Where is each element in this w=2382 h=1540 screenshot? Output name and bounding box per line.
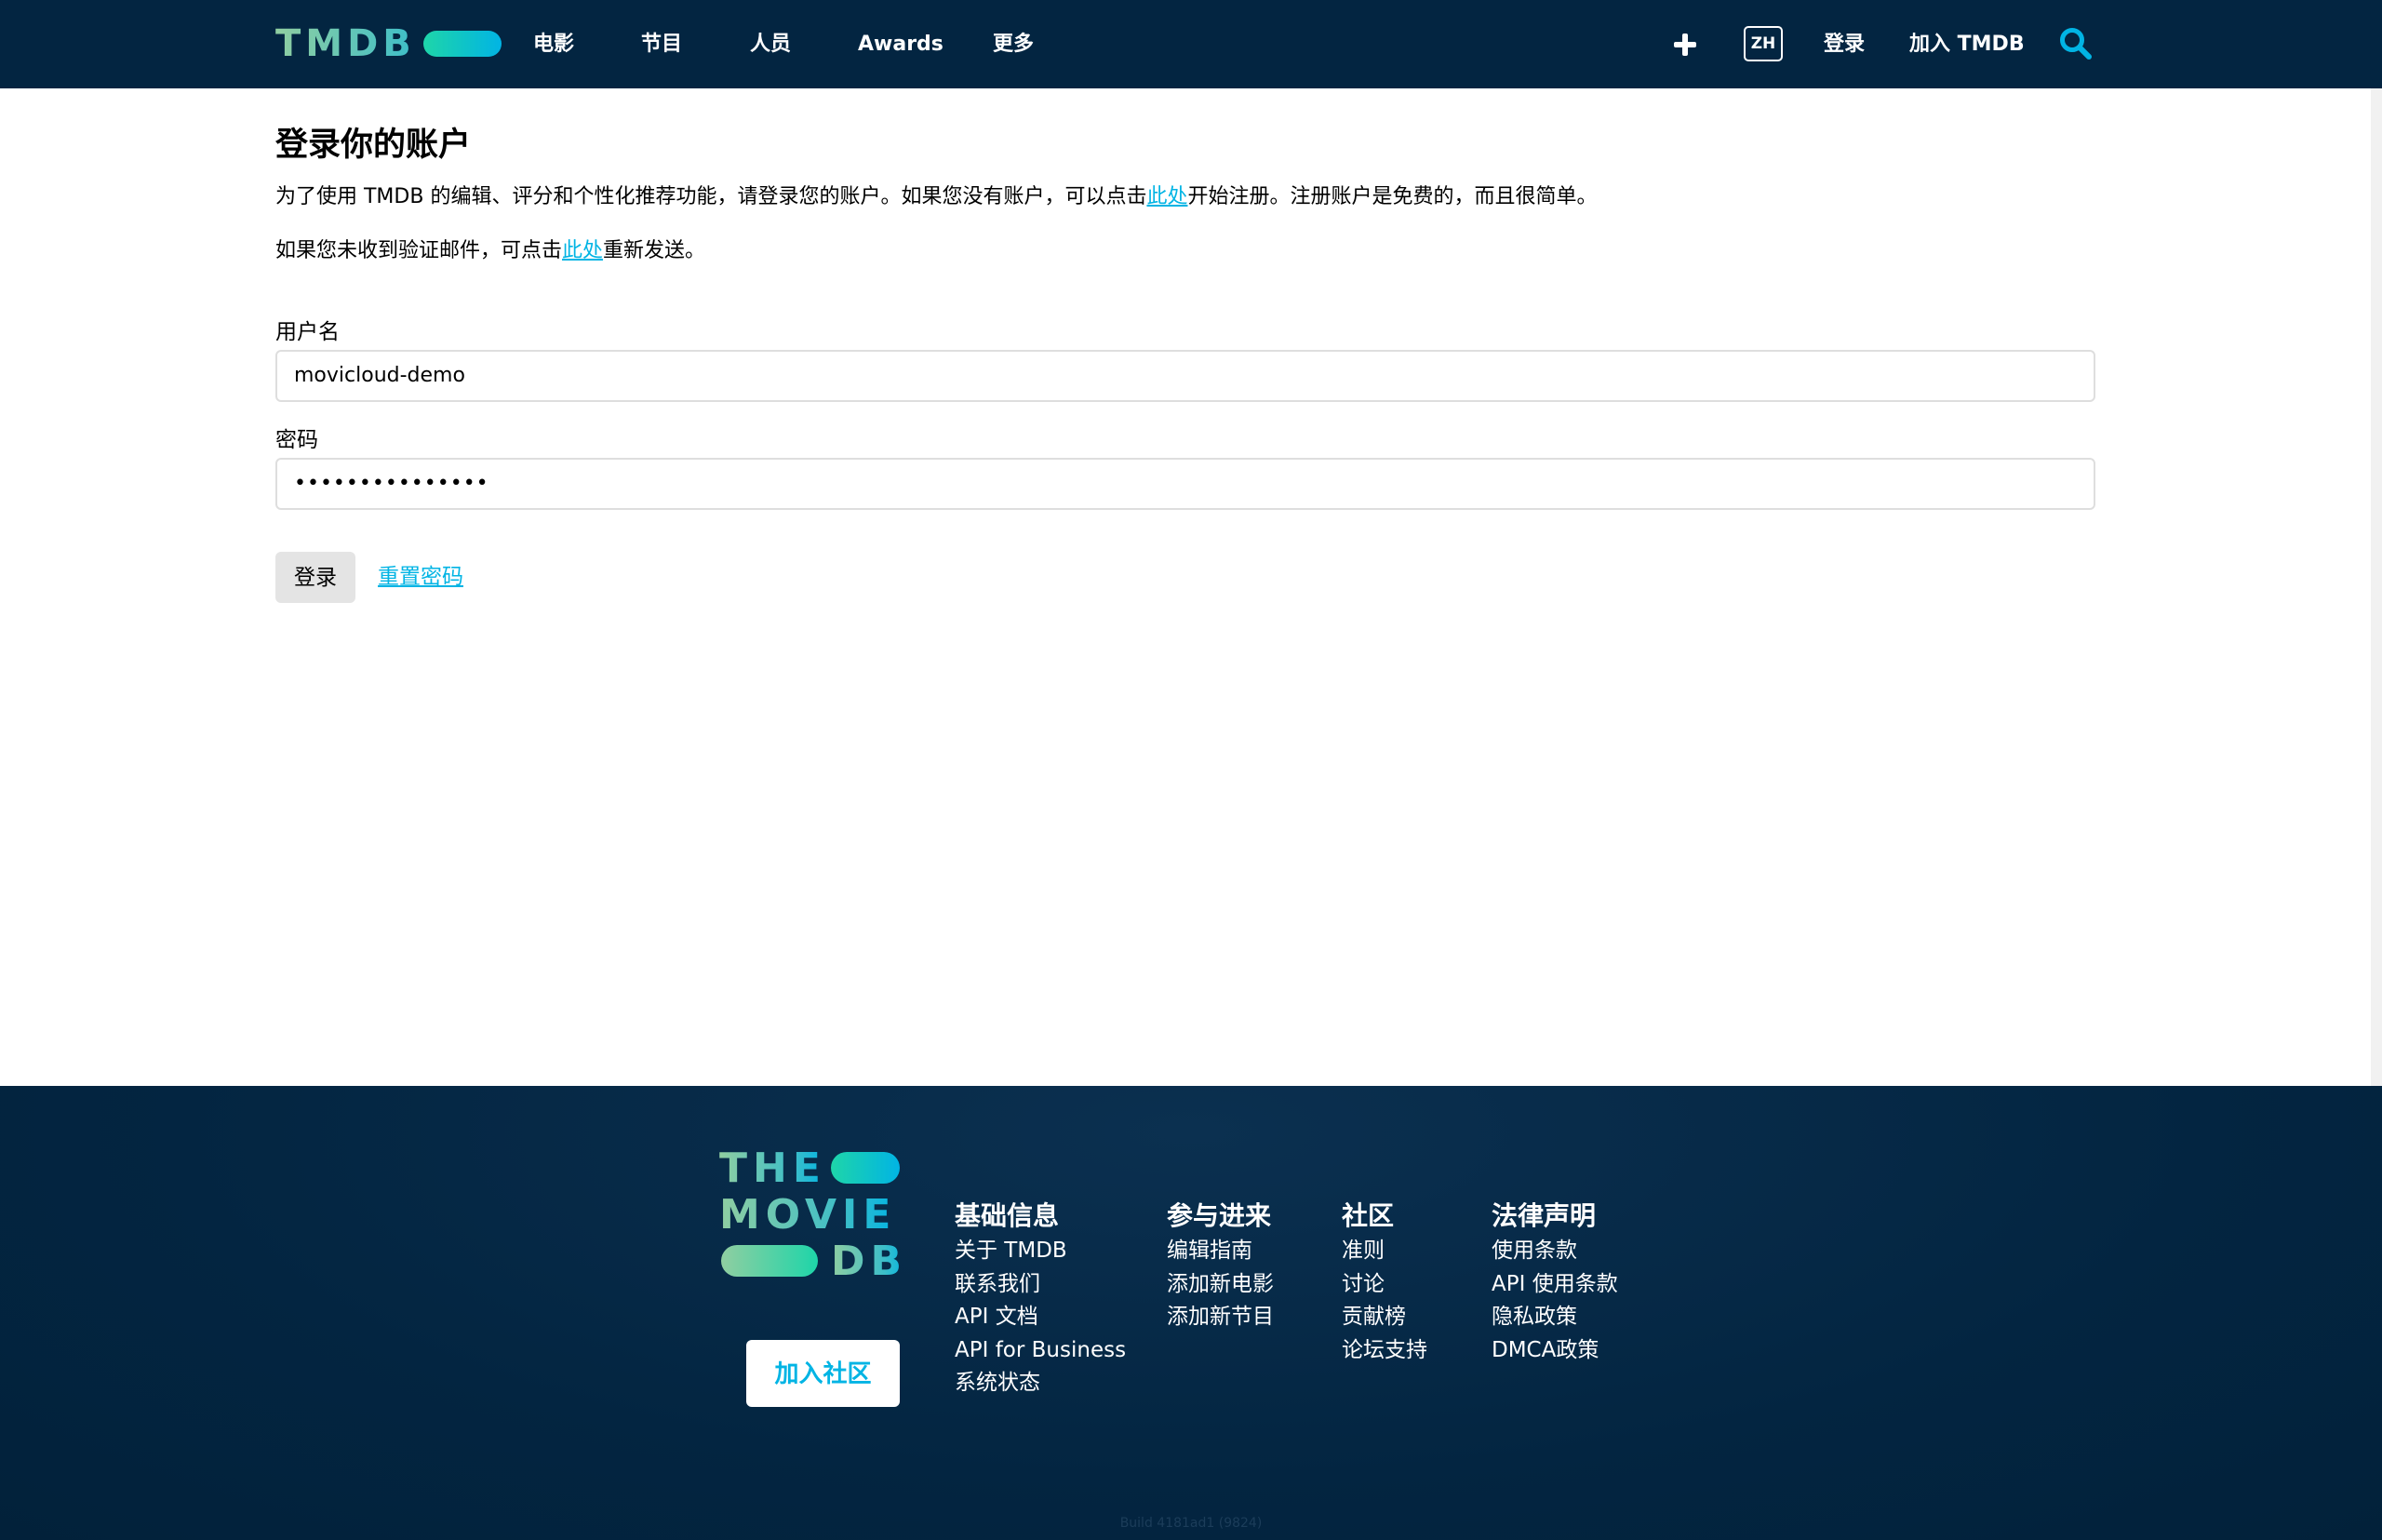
page-title: 登录你的账户 — [275, 127, 472, 164]
language-button[interactable]: ZH — [1744, 26, 1783, 61]
footer-link-api-terms[interactable]: API 使用条款 — [1492, 1268, 1618, 1302]
nav-people[interactable]: 人员 — [750, 0, 791, 88]
join-community-button[interactable]: 加入社区 — [746, 1340, 900, 1407]
footer-link-discussions[interactable]: 讨论 — [1342, 1268, 1427, 1302]
footer-link-terms[interactable]: 使用条款 — [1492, 1235, 1618, 1268]
signup-link[interactable]: 此处 — [1146, 185, 1187, 208]
logo-row-movie: MOVIE — [719, 1190, 897, 1239]
intro-text: 为了使用 TMDB 的编辑、评分和个性化推荐功能，请登录您的账户。如果您没有账户… — [275, 185, 1147, 208]
footer-link-api-docs[interactable]: API 文档 — [955, 1301, 1126, 1334]
footer-link-status[interactable]: 系统状态 — [955, 1367, 1126, 1400]
username-input[interactable]: movicloud-demo — [275, 350, 2095, 402]
search-icon[interactable] — [2058, 26, 2094, 61]
footer-logo[interactable]: THE MOVIE DB — [719, 1144, 902, 1285]
footer: THE MOVIE DB 加入社区 基础信息 关于 TMDB 联系我们 API … — [0, 1086, 2382, 1540]
footer-col-basics: 基础信息 关于 TMDB 联系我们 API 文档 API for Busines… — [955, 1198, 1126, 1400]
footer-link-dmca[interactable]: DMCA政策 — [1492, 1334, 1618, 1368]
footer-link-api-business[interactable]: API for Business — [955, 1334, 1126, 1368]
build-version: Build 4181ad1 (9824) — [1119, 1516, 1263, 1531]
nav-login[interactable]: 登录 — [1824, 0, 1865, 88]
verify-paragraph: 如果您未收到验证邮件，可点击此处重新发送。 — [275, 237, 705, 265]
logo-pill-top — [831, 1152, 900, 1184]
login-button[interactable]: 登录 — [275, 552, 355, 603]
intro-paragraph: 为了使用 TMDB 的编辑、评分和个性化推荐功能，请登录您的账户。如果您没有账户… — [275, 183, 1597, 211]
reset-password-link[interactable]: 重置密码 — [378, 561, 463, 593]
username-label: 用户名 — [275, 320, 340, 344]
verify-text: 如果您未收到验证邮件，可点击 — [275, 239, 563, 262]
footer-link-contact[interactable]: 联系我们 — [955, 1268, 1126, 1302]
footer-link-add-show[interactable]: 添加新节目 — [1167, 1301, 1274, 1334]
logo-row-db: DB — [831, 1237, 908, 1285]
footer-col-title: 基础信息 — [955, 1200, 1060, 1231]
footer-link-guidelines[interactable]: 准则 — [1342, 1235, 1427, 1268]
footer-link-support-forums[interactable]: 论坛支持 — [1342, 1334, 1427, 1368]
footer-col-title: 社区 — [1342, 1200, 1395, 1231]
footer-link-bible[interactable]: 编辑指南 — [1167, 1235, 1274, 1268]
verify-text-end: 重新发送。 — [603, 239, 706, 262]
password-input[interactable]: ••••••••••••••• — [275, 458, 2095, 510]
password-label: 密码 — [275, 428, 318, 452]
plus-icon[interactable] — [1673, 28, 1697, 61]
footer-col-get-involved: 参与进来 编辑指南 添加新电影 添加新节目 — [1167, 1198, 1274, 1334]
footer-col-title: 法律声明 — [1492, 1200, 1597, 1231]
nav-join-tmdb[interactable]: 加入 TMDB — [1909, 0, 2025, 88]
logo-text: TMDB — [275, 22, 416, 65]
footer-link-leaderboard[interactable]: 贡献榜 — [1342, 1301, 1427, 1334]
footer-link-add-movie[interactable]: 添加新电影 — [1167, 1268, 1274, 1302]
footer-col-community: 社区 准则 讨论 贡献榜 论坛支持 — [1342, 1198, 1427, 1367]
logo-pill-bottom — [721, 1245, 818, 1277]
nav-movies[interactable]: 电影 — [533, 0, 574, 88]
intro-text-end: 开始注册。注册账户是免费的，而且很简单。 — [1187, 185, 1598, 208]
nav-tv-shows[interactable]: 节目 — [641, 0, 682, 88]
footer-col-legal: 法律声明 使用条款 API 使用条款 隐私政策 DMCA政策 — [1492, 1198, 1618, 1367]
page: TMDB 电影 节目 人员 Awards 更多 ZH 登录 加入 TMDB 登录… — [0, 0, 2382, 1540]
nav-more[interactable]: 更多 — [993, 0, 1034, 88]
footer-col-title: 参与进来 — [1167, 1200, 1272, 1231]
logo-pill-shape — [422, 31, 502, 57]
tmdb-logo[interactable]: TMDB — [275, 24, 502, 63]
top-navbar: TMDB 电影 节目 人员 Awards 更多 ZH 登录 加入 TMDB — [0, 0, 2382, 88]
footer-link-about[interactable]: 关于 TMDB — [955, 1235, 1126, 1268]
footer-link-privacy[interactable]: 隐私政策 — [1492, 1301, 1618, 1334]
logo-row-the: THE — [719, 1144, 826, 1192]
resend-verification-link[interactable]: 此处 — [562, 239, 603, 262]
scrollbar[interactable] — [2371, 88, 2382, 1086]
nav-awards[interactable]: Awards — [858, 0, 943, 88]
